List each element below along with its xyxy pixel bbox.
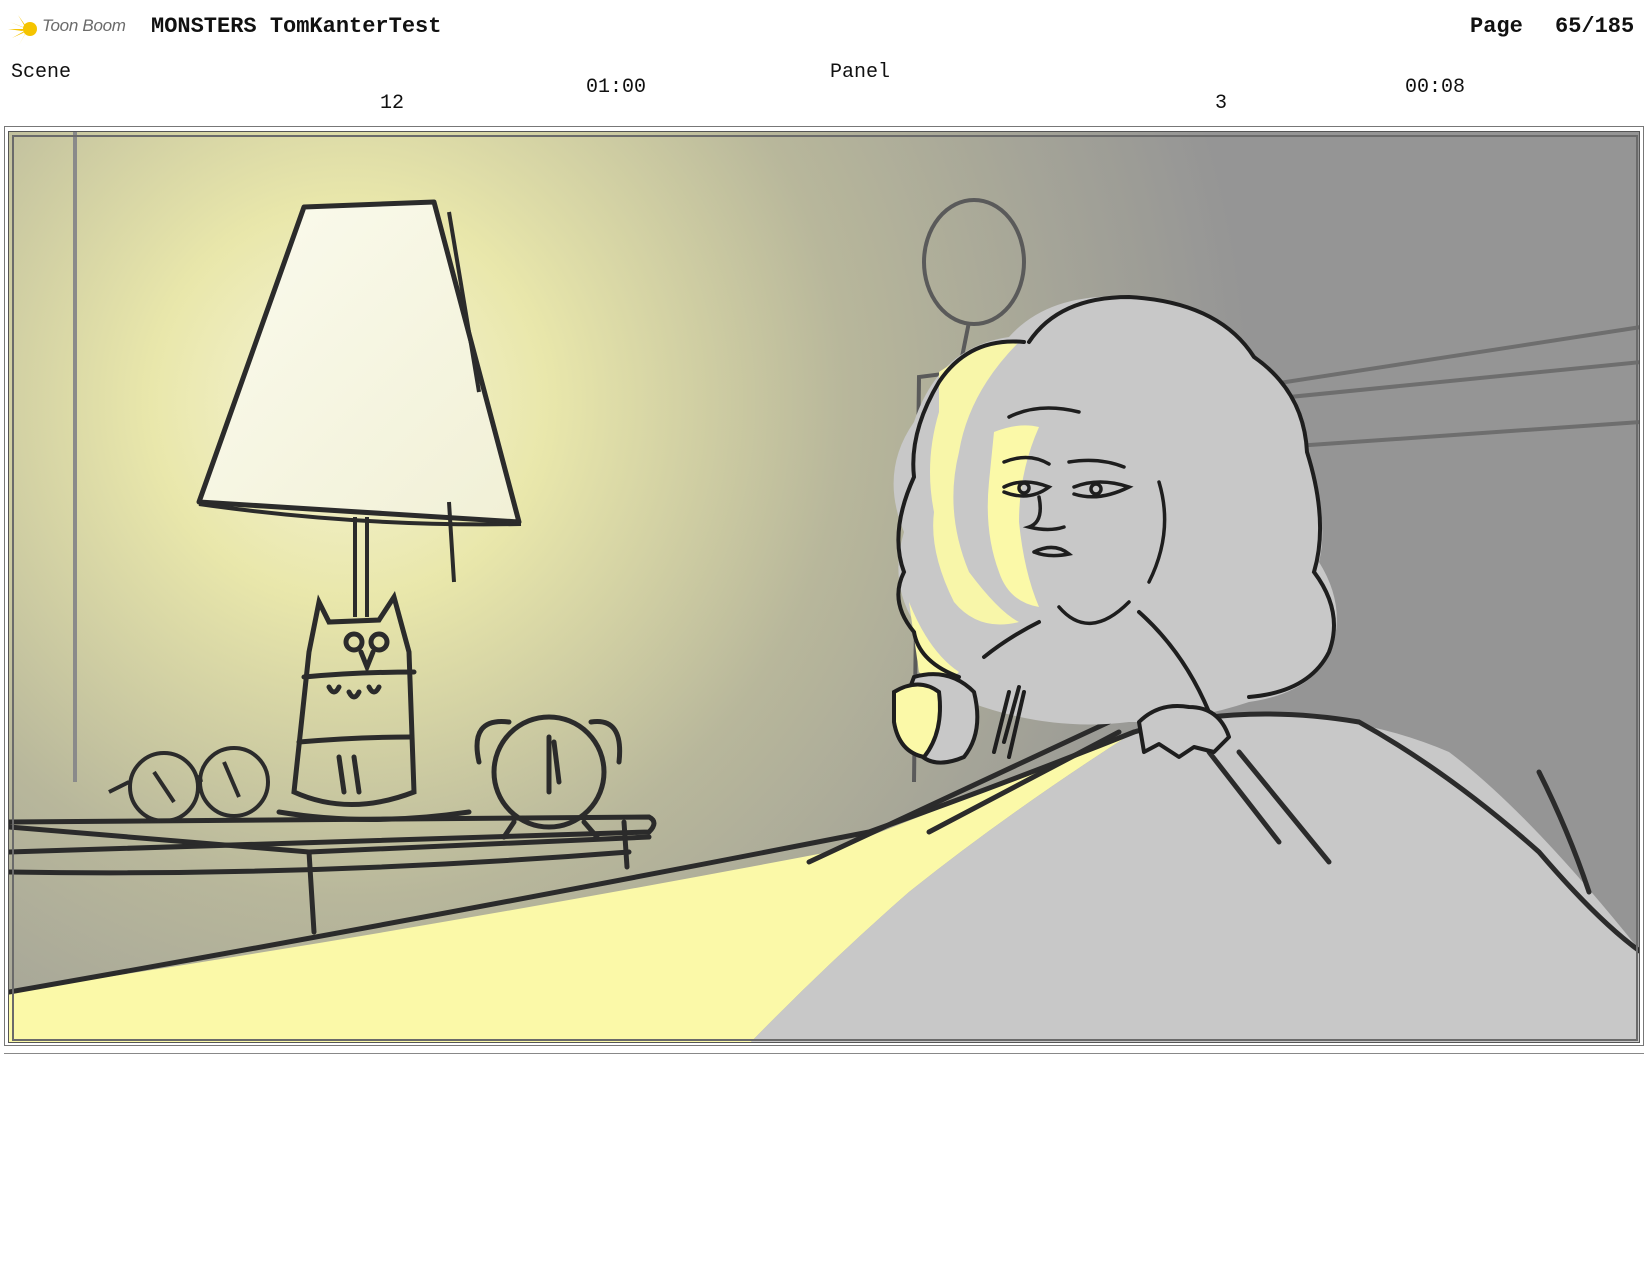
panel-number: 3: [1215, 92, 1228, 115]
page-number: 65/185: [1555, 14, 1635, 39]
panel-image: [8, 131, 1640, 1043]
panel-divider: [4, 1053, 1644, 1054]
scene-duration: 01:00: [586, 76, 647, 99]
scene-number: 12: [380, 92, 405, 115]
panel-duration: 00:08: [1405, 76, 1466, 99]
bedroom-sketch: [9, 132, 1639, 1042]
scene-label: Scene: [11, 61, 72, 84]
logo-text: Toon Boom: [42, 16, 126, 35]
toon-boom-logo: Toon Boom: [8, 12, 136, 46]
project-title: MONSTERS TomKanterTest: [151, 14, 442, 39]
storyboard-header: Toon Boom MONSTERS TomKanterTest Page 65…: [0, 0, 1648, 60]
panel-label: Panel: [830, 61, 891, 84]
starburst-icon: [8, 15, 37, 45]
page-label: Page: [1470, 14, 1523, 39]
